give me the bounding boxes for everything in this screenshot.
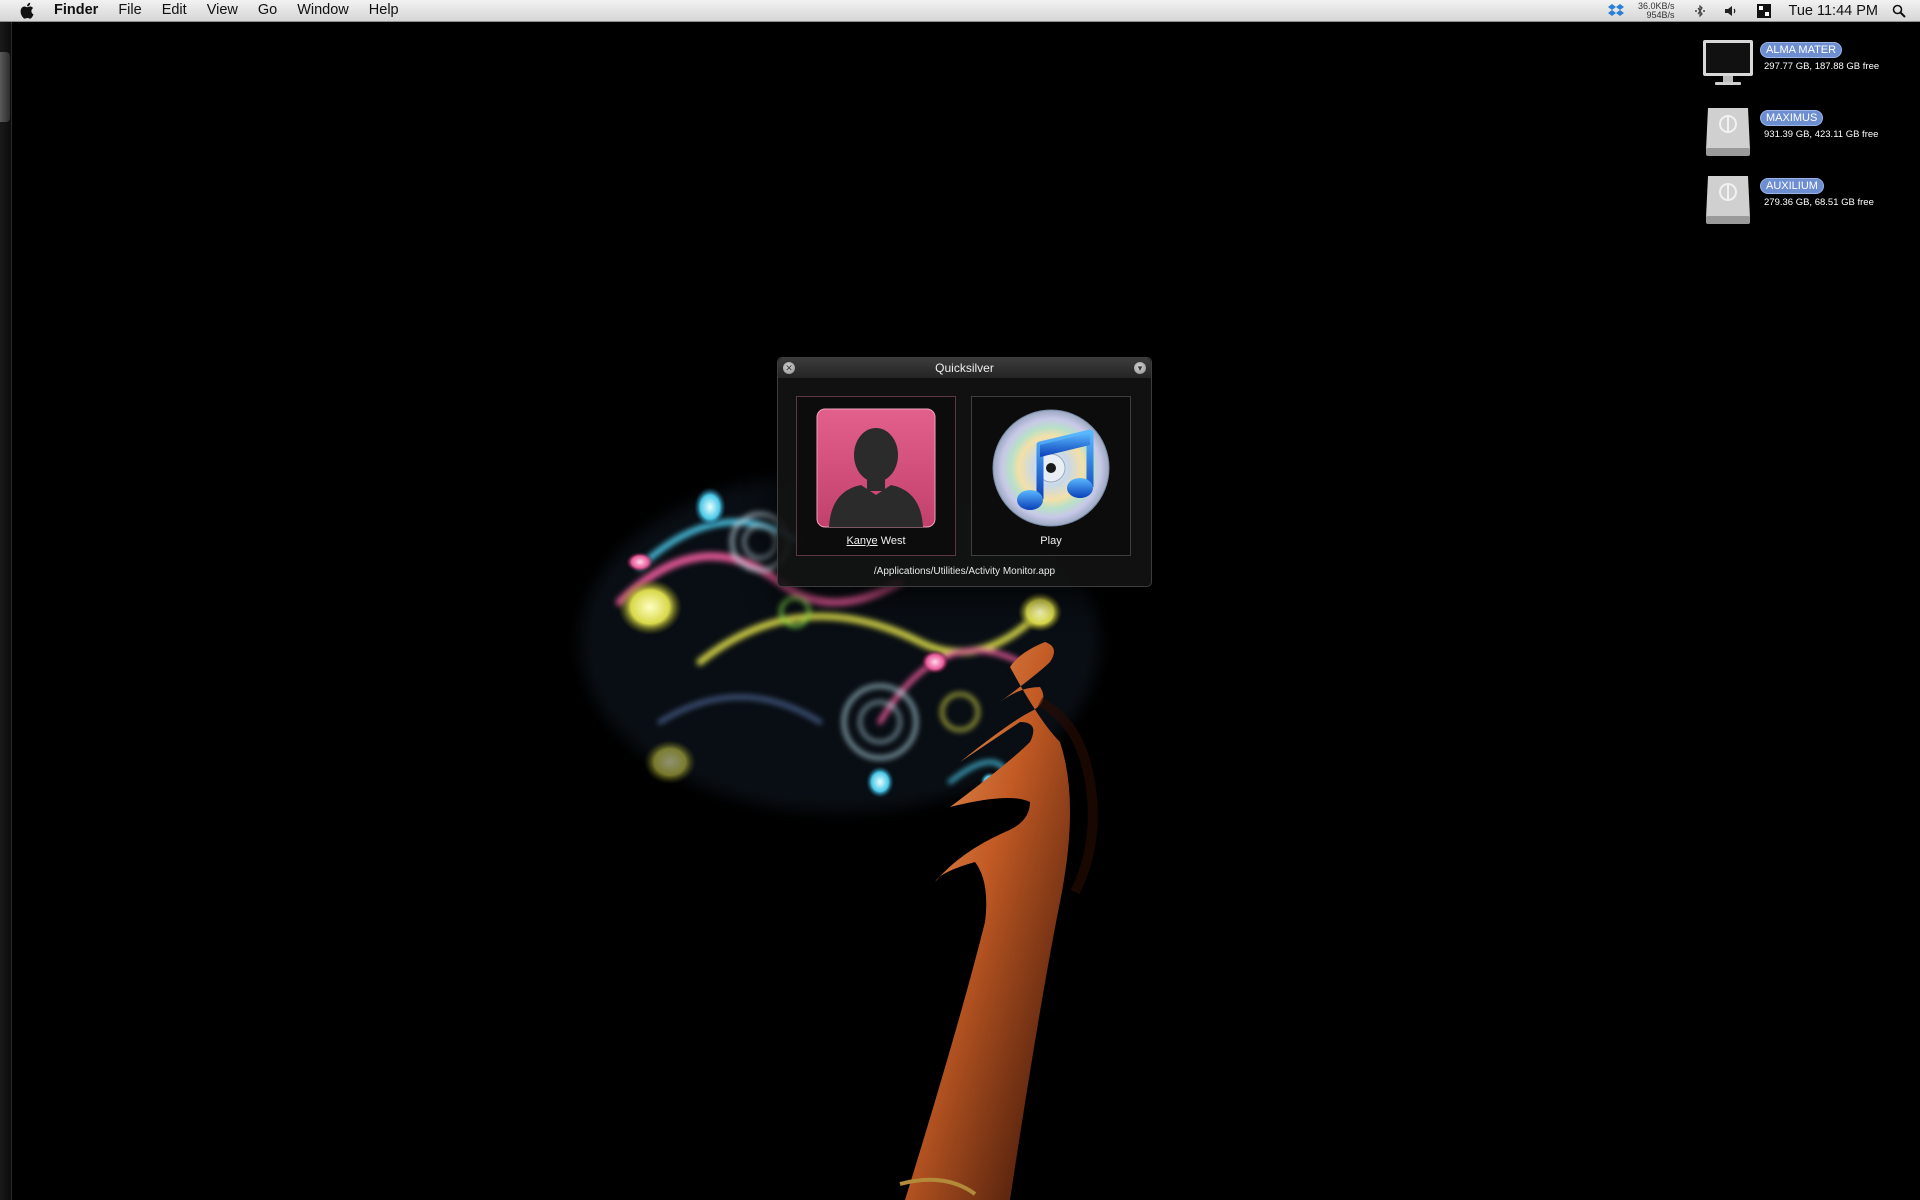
spaces-icon[interactable] xyxy=(1756,3,1772,19)
menu-go[interactable]: Go xyxy=(248,0,287,21)
desktop-wallpaper xyxy=(580,472,1100,1200)
itunes-icon xyxy=(992,409,1110,527)
menu-bar: Finder File Edit View Go Window Help 36.… xyxy=(0,0,1920,22)
drive-name: AUXILIUM xyxy=(1760,178,1824,194)
close-icon[interactable]: ✕ xyxy=(783,362,795,374)
menu-file[interactable]: File xyxy=(108,0,151,21)
menu-view[interactable]: View xyxy=(197,0,248,21)
desktop-drive-maximus[interactable]: MAXIMUS 931.39 GB, 423.11 GB free xyxy=(1700,104,1910,160)
monitor-drive-icon xyxy=(1703,40,1753,85)
action-pane[interactable]: Play xyxy=(971,396,1131,556)
menu-window[interactable]: Window xyxy=(287,0,359,21)
menu-edit[interactable]: Edit xyxy=(152,0,197,21)
contact-person-icon xyxy=(816,408,936,528)
bluetooth-icon[interactable] xyxy=(1694,4,1706,17)
desktop-drive-alma-mater[interactable]: ALMA MATER 297.77 GB, 187.88 GB free xyxy=(1700,36,1910,92)
external-drive-icon xyxy=(1706,176,1750,224)
drive-capacity: 931.39 GB, 423.11 GB free xyxy=(1764,129,1879,140)
drive-capacity: 297.77 GB, 187.88 GB free xyxy=(1764,61,1880,72)
net-download-rate: 954B/s xyxy=(1646,9,1675,20)
menu-clock[interactable]: Tue 11:44 PM xyxy=(1789,3,1878,19)
menu-app-finder[interactable]: Finder xyxy=(50,0,108,21)
selected-item-path: /Applications/Utilities/Activity Monitor… xyxy=(873,566,1056,577)
menu-help[interactable]: Help xyxy=(359,0,409,21)
drive-name: MAXIMUS xyxy=(1760,110,1824,126)
desktop-drive-auxilium[interactable]: AUXILIUM 279.36 GB, 68.51 GB free xyxy=(1700,172,1910,228)
external-drive-icon xyxy=(1706,108,1750,156)
subject-label-match: Kanye xyxy=(846,535,878,547)
chevron-down-icon[interactable]: ▾ xyxy=(1134,362,1146,374)
window-title: Quicksilver xyxy=(935,361,994,375)
quicksilver-title-bar[interactable]: ✕ Quicksilver ▾ xyxy=(778,358,1151,379)
action-label: Play xyxy=(1040,535,1062,547)
network-monitor[interactable]: 36.0KB/s 954B/s xyxy=(1638,1,1675,20)
volume-icon[interactable] xyxy=(1724,4,1738,18)
dropbox-icon[interactable] xyxy=(1607,3,1625,19)
subject-label: Kanye West xyxy=(797,535,955,547)
spotlight-icon[interactable] xyxy=(1892,4,1906,18)
drive-capacity: 279.36 GB, 68.51 GB free xyxy=(1764,197,1874,208)
subject-label-rest: West xyxy=(877,535,906,547)
drive-name: ALMA MATER xyxy=(1760,42,1843,58)
quicksilver-window[interactable]: ✕ Quicksilver ▾ Kanye West Play /Applica… xyxy=(777,357,1152,587)
apple-logo-icon[interactable] xyxy=(16,2,36,19)
status-area: 36.0KB/s 954B/s Tue 11:44 PM xyxy=(1598,0,1920,21)
subject-pane[interactable]: Kanye West xyxy=(796,396,956,556)
